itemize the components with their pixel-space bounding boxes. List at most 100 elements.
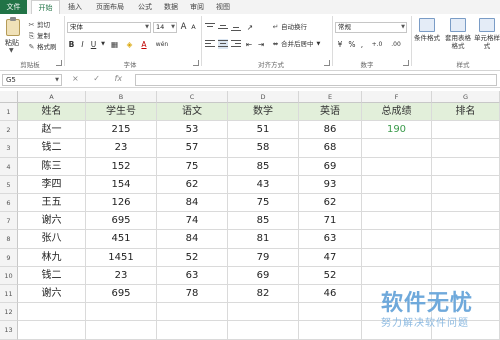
table-cell[interactable]: 84 (157, 194, 228, 213)
table-cell[interactable] (432, 139, 500, 158)
table-cell[interactable] (228, 303, 299, 322)
align-center-icon[interactable] (218, 39, 228, 49)
chevron-down-icon[interactable]: ▼ (9, 47, 14, 54)
column-header-f[interactable]: F (362, 91, 432, 103)
column-header-d[interactable]: D (228, 91, 299, 103)
table-cell[interactable]: 46 (299, 285, 362, 304)
table-cell[interactable]: 王五 (18, 194, 86, 213)
table-cell[interactable]: 58 (228, 139, 299, 158)
table-cell[interactable] (362, 212, 432, 231)
table-cell[interactable]: 154 (86, 175, 157, 194)
table-cell[interactable]: 190 (362, 121, 432, 140)
italic-button[interactable]: I (78, 39, 87, 50)
align-left-icon[interactable] (205, 39, 215, 49)
table-cell[interactable] (432, 266, 500, 285)
table-cell[interactable]: 李四 (18, 175, 86, 194)
table-cell[interactable]: 52 (157, 248, 228, 267)
table-cell[interactable]: 张八 (18, 230, 86, 249)
table-cell[interactable] (299, 303, 362, 322)
number-format-combo[interactable]: 常规 ▼ (335, 22, 407, 33)
table-cell[interactable]: 43 (228, 175, 299, 194)
table-cell[interactable]: 451 (86, 230, 157, 249)
align-bottom-icon[interactable] (231, 22, 241, 32)
header-cell[interactable]: 排名 (432, 103, 500, 122)
table-cell[interactable]: 78 (157, 285, 228, 304)
row-header[interactable]: 11 (0, 285, 18, 304)
comma-button[interactable]: , (358, 39, 366, 50)
number-launcher-icon[interactable] (403, 60, 409, 66)
alignment-launcher-icon[interactable] (324, 60, 330, 66)
bold-button[interactable]: B (67, 39, 76, 50)
table-cell[interactable]: 52 (299, 266, 362, 285)
column-header-e[interactable]: E (299, 91, 362, 103)
table-cell[interactable] (18, 321, 86, 340)
column-header-a[interactable]: A (18, 91, 86, 103)
table-cell[interactable] (432, 194, 500, 213)
table-cell[interactable]: 47 (299, 248, 362, 267)
table-cell[interactable]: 86 (299, 121, 362, 140)
tab-view[interactable]: 视图 (212, 0, 234, 14)
header-cell[interactable]: 学生号 (86, 103, 157, 122)
font-name-combo[interactable]: 宋体 ▼ (67, 22, 151, 33)
align-right-icon[interactable] (231, 39, 241, 49)
row-header[interactable]: 6 (0, 194, 18, 213)
table-cell[interactable]: 74 (157, 212, 228, 231)
row-header[interactable]: 1 (0, 103, 18, 122)
increase-indent-icon[interactable]: ⇥ (256, 39, 266, 50)
row-header[interactable]: 13 (0, 321, 18, 340)
cancel-icon[interactable]: × (72, 74, 79, 83)
table-cell[interactable]: 63 (157, 266, 228, 285)
row-header[interactable]: 5 (0, 175, 18, 194)
table-cell[interactable] (362, 157, 432, 176)
tab-page-layout[interactable]: 页面布局 (90, 0, 130, 14)
header-cell[interactable]: 姓名 (18, 103, 86, 122)
currency-button[interactable]: ¥ (335, 39, 345, 50)
table-cell[interactable] (157, 303, 228, 322)
shrink-font-button[interactable]: A (189, 22, 198, 33)
table-cell[interactable] (362, 266, 432, 285)
table-cell[interactable]: 695 (86, 212, 157, 231)
table-cell[interactable] (362, 230, 432, 249)
table-cell[interactable]: 钱二 (18, 139, 86, 158)
column-header-b[interactable]: B (86, 91, 157, 103)
table-cell[interactable]: 53 (157, 121, 228, 140)
tab-data[interactable]: 数据 (160, 0, 182, 14)
table-cell[interactable]: 85 (228, 212, 299, 231)
table-cell[interactable] (432, 212, 500, 231)
header-cell[interactable]: 英语 (299, 103, 362, 122)
table-cell[interactable] (432, 230, 500, 249)
grow-font-button[interactable]: A (179, 22, 188, 33)
chevron-down-icon[interactable]: ▼ (100, 39, 106, 50)
formula-input[interactable] (135, 74, 497, 86)
row-header[interactable]: 2 (0, 121, 18, 140)
table-cell[interactable]: 1451 (86, 248, 157, 267)
table-cell[interactable]: 126 (86, 194, 157, 213)
format-as-table-button[interactable]: 套用表格格式 (444, 18, 472, 50)
name-box[interactable]: G5 ▼ (2, 74, 62, 86)
header-cell[interactable]: 语文 (157, 103, 228, 122)
wrap-text-button[interactable]: ↵ 自动换行 (272, 22, 307, 32)
table-cell[interactable] (86, 321, 157, 340)
decrease-decimal-button[interactable]: .00 (387, 39, 405, 50)
table-cell[interactable] (432, 248, 500, 267)
table-cell[interactable]: 钱二 (18, 266, 86, 285)
table-cell[interactable]: 谢六 (18, 212, 86, 231)
row-header[interactable]: 9 (0, 248, 18, 267)
cell-styles-button[interactable]: 单元格样式 (474, 18, 500, 50)
align-middle-icon[interactable] (218, 22, 228, 32)
table-cell[interactable] (18, 303, 86, 322)
font-size-combo[interactable]: 14 ▼ (153, 22, 177, 33)
merge-center-button[interactable]: ⬌ 合并后居中 ▼ (272, 39, 321, 49)
table-cell[interactable]: 695 (86, 285, 157, 304)
table-cell[interactable]: 62 (157, 175, 228, 194)
row-header[interactable]: 8 (0, 230, 18, 249)
row-header[interactable]: 10 (0, 266, 18, 285)
row-header[interactable]: 7 (0, 212, 18, 231)
increase-decimal-button[interactable]: +.0 (369, 39, 385, 50)
table-cell[interactable]: 93 (299, 175, 362, 194)
tab-formulas[interactable]: 公式 (134, 0, 156, 14)
table-cell[interactable]: 陈三 (18, 157, 86, 176)
table-cell[interactable] (299, 321, 362, 340)
table-cell[interactable]: 85 (228, 157, 299, 176)
table-cell[interactable] (432, 175, 500, 194)
